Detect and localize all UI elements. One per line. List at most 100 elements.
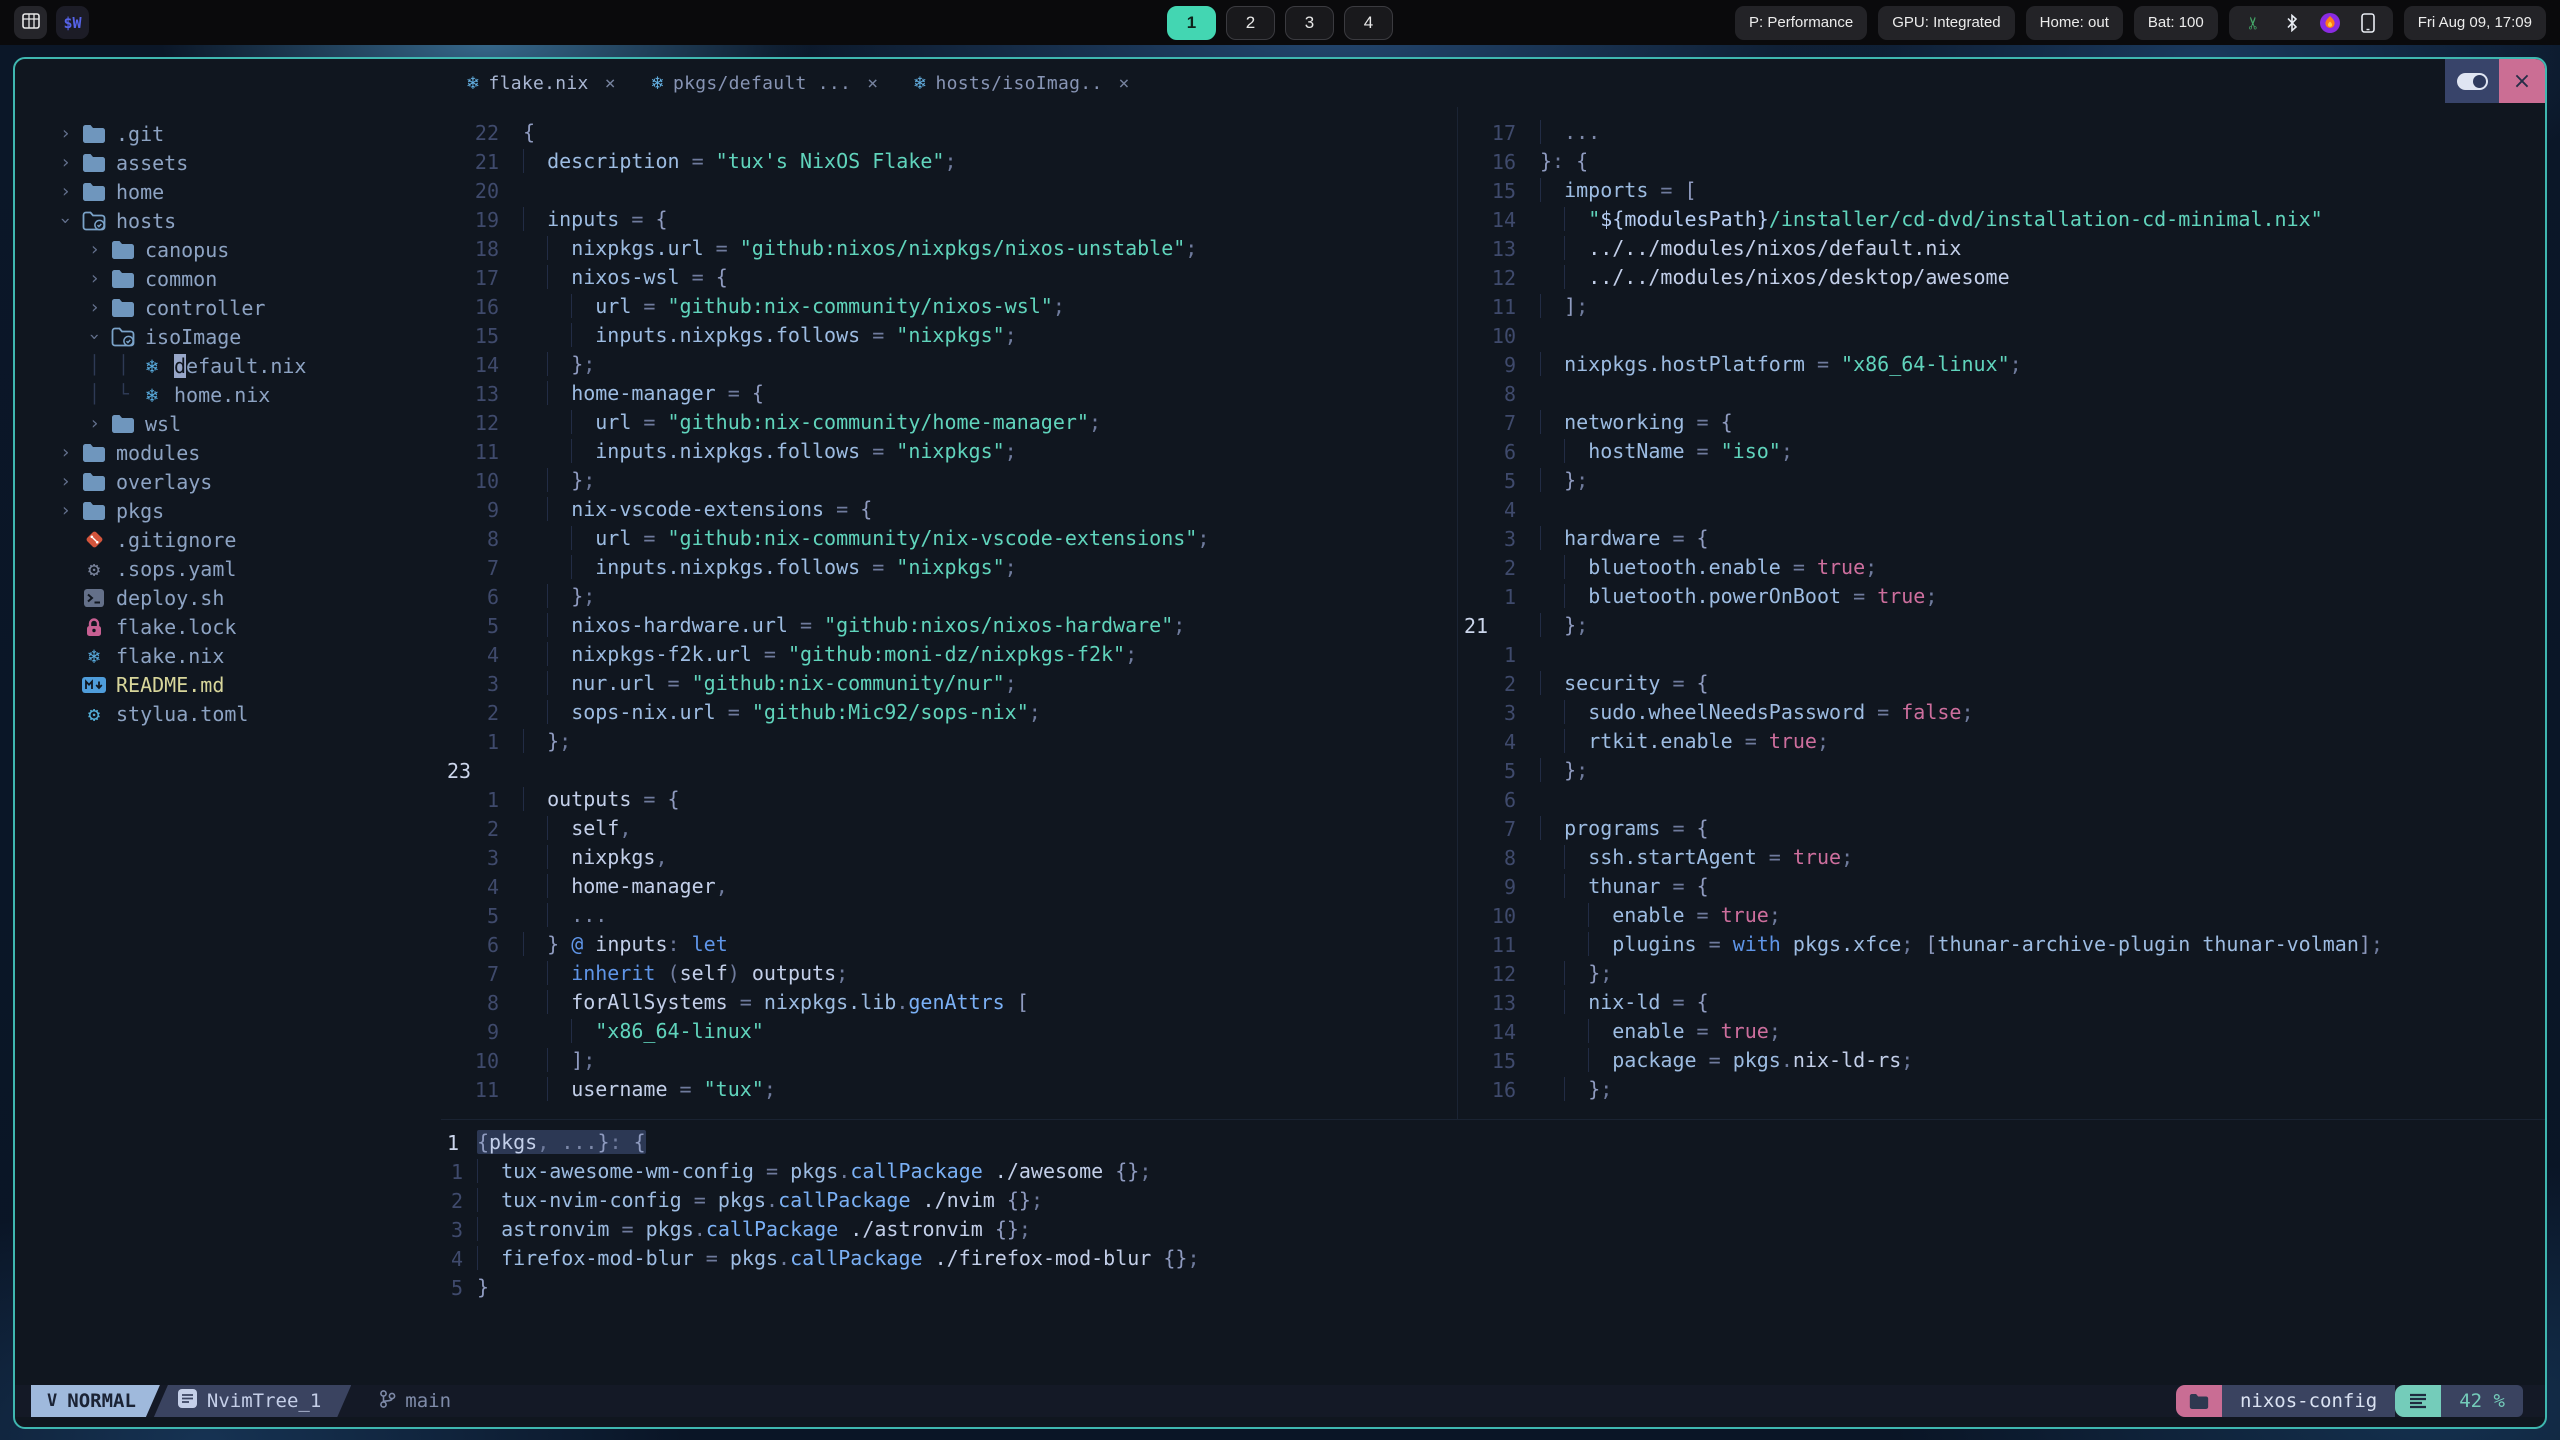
code-line[interactable]: 6 } @ inputs: let [441,930,1457,959]
tree-item[interactable]: README.md [15,670,441,699]
code-line[interactable]: 5 nixos-hardware.url = "github:nixos/nix… [441,611,1457,640]
code-line[interactable]: 20 [441,176,1457,205]
window-toggle-button[interactable] [2445,59,2499,103]
code-line[interactable]: 14 }; [441,350,1457,379]
code-line[interactable]: 19 inputs = { [441,205,1457,234]
layout-indicator-button[interactable]: $W [56,6,89,39]
code-line[interactable]: 4 [1458,495,2545,524]
tree-item[interactable]: ❄ flake.nix [15,641,441,670]
code-line[interactable]: 12 url = "github:nix-community/home-mana… [441,408,1457,437]
code-line[interactable]: 5 }; [1458,756,2545,785]
code-line[interactable]: 3 sudo.wheelNeedsPassword = false; [1458,698,2545,727]
code-line[interactable]: 12 }; [1458,959,2545,988]
code-line[interactable]: 8 [1458,379,2545,408]
tree-item[interactable]: › .git [15,119,441,148]
phone-icon[interactable] [2357,12,2379,34]
code-line[interactable]: 8 forAllSystems = nixpkgs.lib.genAttrs [ [441,988,1457,1017]
code-line[interactable]: 18 nixpkgs.url = "github:nixos/nixpkgs/n… [441,234,1457,263]
tree-item[interactable]: │ └ ❄ home.nix [15,380,441,409]
code-line[interactable]: 4 home-manager, [441,872,1457,901]
code-line[interactable]: 11 ]; [1458,292,2545,321]
code-line[interactable]: 6 [1458,785,2545,814]
code-line[interactable]: 2 bluetooth.enable = true; [1458,553,2545,582]
code-line[interactable]: 23 [441,756,1457,785]
code-line[interactable]: 11 username = "tux"; [441,1075,1457,1104]
tree-item[interactable]: › wsl [15,409,441,438]
code-line[interactable]: 7 inputs.nixpkgs.follows = "nixpkgs"; [441,553,1457,582]
tree-item[interactable]: › isoImage [15,322,441,351]
code-line[interactable]: 16}: { [1458,147,2545,176]
tree-item[interactable]: › assets [15,148,441,177]
code-line[interactable]: 10 enable = true; [1458,901,2545,930]
code-line[interactable]: 3 nixpkgs, [441,843,1457,872]
editor-tab[interactable]: ❄ pkgs/default ... × [652,72,879,94]
tree-item[interactable]: │ │ ❄ default.nix [15,351,441,380]
tree-item[interactable]: › pkgs [15,496,441,525]
flame-icon[interactable] [2319,12,2341,34]
code-line[interactable]: 5 ... [441,901,1457,930]
code-line[interactable]: 3 nur.url = "github:nix-community/nur"; [441,669,1457,698]
code-line[interactable]: 11 plugins = with pkgs.xfce; [thunar-arc… [1458,930,2545,959]
code-line[interactable]: 5 }; [1458,466,2545,495]
code-line[interactable]: 16 url = "github:nix-community/nixos-wsl… [441,292,1457,321]
code-line[interactable]: 4 nixpkgs-f2k.url = "github:moni-dz/nixp… [441,640,1457,669]
tab-close-icon[interactable]: × [867,73,878,94]
editor-tab[interactable]: ❄ hosts/isoImag.. × [914,72,1129,94]
tree-item[interactable]: › common [15,264,441,293]
tree-item[interactable]: .gitignore [15,525,441,554]
code-line[interactable]: 15 package = pkgs.nix-ld-rs; [1458,1046,2545,1075]
code-line[interactable]: 8 ssh.startAgent = true; [1458,843,2545,872]
code-line[interactable]: 7 programs = { [1458,814,2545,843]
workspace-button-1[interactable]: 1 [1167,5,1216,40]
tree-item[interactable]: › canopus [15,235,441,264]
scissors-icon[interactable]: ✂ [2243,12,2265,34]
code-line[interactable]: 2 sops-nix.url = "github:Mic92/sops-nix"… [441,698,1457,727]
code-line[interactable]: 14 "${modulesPath}/installer/cd-dvd/inst… [1458,205,2545,234]
code-line[interactable]: 7 networking = { [1458,408,2545,437]
code-line[interactable]: 1 tux-awesome-wm-config = pkgs.callPacka… [441,1157,2545,1186]
code-line[interactable]: 2 security = { [1458,669,2545,698]
workspace-button-4[interactable]: 4 [1344,5,1393,40]
tab-close-icon[interactable]: × [1119,73,1130,94]
code-line[interactable]: 13 home-manager = { [441,379,1457,408]
code-line[interactable]: 17 ... [1458,118,2545,147]
code-line[interactable]: 1 bluetooth.powerOnBoot = true; [1458,582,2545,611]
tree-item[interactable]: › home [15,177,441,206]
code-line[interactable]: 1 [1458,640,2545,669]
code-line[interactable]: 13 ../../modules/nixos/default.nix [1458,234,2545,263]
tree-item[interactable]: › modules [15,438,441,467]
code-line[interactable]: 15 imports = [ [1458,176,2545,205]
tree-item[interactable]: flake.lock [15,612,441,641]
code-line[interactable]: 4 rtkit.enable = true; [1458,727,2545,756]
workspace-button-3[interactable]: 3 [1285,5,1334,40]
code-line[interactable]: 2 self, [441,814,1457,843]
tree-item[interactable]: ⚙ .sops.yaml [15,554,441,583]
code-line[interactable]: 9 "x86_64-linux" [441,1017,1457,1046]
code-line[interactable]: 4 firefox-mod-blur = pkgs.callPackage ./… [441,1244,2545,1273]
clock[interactable]: Fri Aug 09, 17:09 [2403,5,2546,40]
code-line[interactable]: 16 }; [1458,1075,2545,1104]
code-line[interactable]: 8 url = "github:nix-community/nix-vscode… [441,524,1457,553]
code-line[interactable]: 10 }; [441,466,1457,495]
code-line[interactable]: 10 ]; [441,1046,1457,1075]
code-line[interactable]: 2 tux-nvim-config = pkgs.callPackage ./n… [441,1186,2545,1215]
workspace-button-2[interactable]: 2 [1226,5,1275,40]
code-line[interactable]: 9 thunar = { [1458,872,2545,901]
code-line[interactable]: 21 }; [1458,611,2545,640]
code-line[interactable]: 11 inputs.nixpkgs.follows = "nixpkgs"; [441,437,1457,466]
tree-item[interactable]: deploy.sh [15,583,441,612]
tab-close-icon[interactable]: × [605,73,616,94]
code-line[interactable]: 1 {pkgs, ...}: { [441,1128,2545,1157]
code-line[interactable]: 5} [441,1273,2545,1302]
tree-item[interactable]: › overlays [15,467,441,496]
code-line[interactable]: 14 enable = true; [1458,1017,2545,1046]
tree-item[interactable]: › hosts [15,206,441,235]
code-line[interactable]: 13 nix-ld = { [1458,988,2545,1017]
code-line[interactable]: 3 astronvim = pkgs.callPackage ./astronv… [441,1215,2545,1244]
code-line[interactable]: 3 hardware = { [1458,524,2545,553]
tree-item[interactable]: › controller [15,293,441,322]
code-line[interactable]: 10 [1458,321,2545,350]
layout-grid-button[interactable] [14,6,47,39]
code-line[interactable]: 9 nixpkgs.hostPlatform = "x86_64-linux"; [1458,350,2545,379]
code-line[interactable]: 6 }; [441,582,1457,611]
